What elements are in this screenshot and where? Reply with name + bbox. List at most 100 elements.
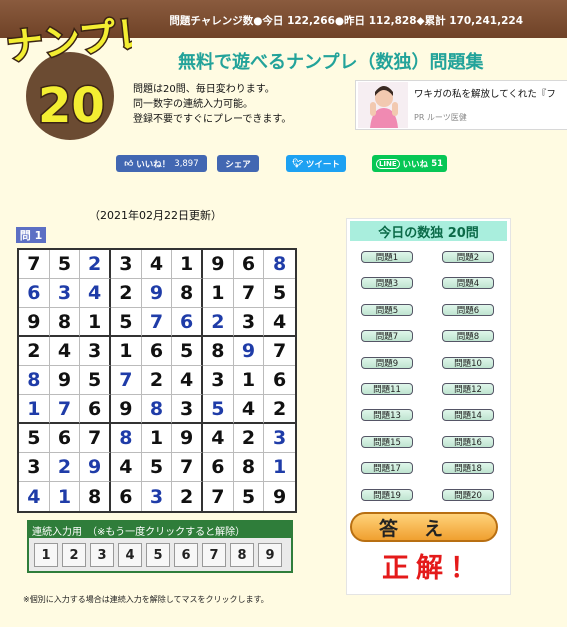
sudoku-cell[interactable]: 4 xyxy=(202,424,234,453)
sudoku-cell[interactable]: 3 xyxy=(233,308,265,337)
problem-button-10[interactable]: 問題10 xyxy=(442,356,494,369)
problem-button-14[interactable]: 問題14 xyxy=(442,409,494,422)
sudoku-cell[interactable]: 8 xyxy=(19,366,50,395)
ad-headline[interactable]: ワキガの私を解放してくれた『フ xyxy=(414,86,556,100)
sudoku-cell[interactable]: 3 xyxy=(172,395,203,424)
sudoku-cell[interactable]: 6 xyxy=(233,250,265,279)
sudoku-cell[interactable]: 8 xyxy=(110,424,142,453)
problem-button-5[interactable]: 問題5 xyxy=(361,303,413,316)
problem-button-20[interactable]: 問題20 xyxy=(442,488,494,501)
sudoku-cell[interactable]: 2 xyxy=(141,366,173,395)
sudoku-cell[interactable]: 8 xyxy=(264,250,295,279)
site-logo[interactable]: ナンプレ 20 xyxy=(3,9,156,145)
sudoku-cell[interactable]: 9 xyxy=(49,366,81,395)
sudoku-cell[interactable]: 7 xyxy=(233,279,265,308)
sudoku-cell[interactable]: 7 xyxy=(19,250,50,279)
sudoku-cell[interactable]: 1 xyxy=(233,366,265,395)
sudoku-cell[interactable]: 6 xyxy=(111,482,142,511)
sudoku-cell[interactable]: 1 xyxy=(264,453,295,482)
sudoku-cell[interactable]: 2 xyxy=(233,424,265,453)
number-key-1[interactable]: 1 xyxy=(34,543,58,567)
sudoku-cell[interactable]: 9 xyxy=(110,395,142,424)
sudoku-cell[interactable]: 4 xyxy=(233,395,265,424)
facebook-share-button[interactable]: シェア xyxy=(217,155,259,172)
problem-button-3[interactable]: 問題3 xyxy=(361,277,413,290)
number-key-7[interactable]: 7 xyxy=(202,543,226,567)
sudoku-cell[interactable]: 9 xyxy=(141,279,173,308)
sudoku-cell[interactable]: 8 xyxy=(49,308,81,337)
number-key-4[interactable]: 4 xyxy=(118,543,142,567)
sudoku-cell[interactable]: 9 xyxy=(264,482,295,511)
sudoku-cell[interactable]: 3 xyxy=(19,453,50,482)
problem-button-12[interactable]: 問題12 xyxy=(442,383,494,395)
problem-button-2[interactable]: 問題2 xyxy=(442,251,494,263)
problem-button-9[interactable]: 問題9 xyxy=(361,356,413,369)
number-key-6[interactable]: 6 xyxy=(174,543,198,567)
sudoku-cell[interactable]: 1 xyxy=(202,279,234,308)
sudoku-cell[interactable]: 6 xyxy=(202,453,234,482)
sudoku-cell[interactable]: 7 xyxy=(110,366,142,395)
sudoku-cell[interactable]: 5 xyxy=(110,308,142,337)
sudoku-cell[interactable]: 2 xyxy=(80,250,111,279)
sudoku-cell[interactable]: 5 xyxy=(141,453,173,482)
problem-button-1[interactable]: 問題1 xyxy=(361,251,413,263)
sudoku-cell[interactable]: 9 xyxy=(233,337,265,366)
problem-button-13[interactable]: 問題13 xyxy=(361,409,413,422)
sudoku-cell[interactable]: 5 xyxy=(49,250,81,279)
sudoku-cell[interactable]: 5 xyxy=(19,424,50,453)
sudoku-cell[interactable]: 6 xyxy=(19,279,50,308)
ad-banner[interactable]: ワキガの私を解放してくれた『フ PR ルーツ医健 xyxy=(355,80,567,130)
sudoku-cell[interactable]: 9 xyxy=(80,453,111,482)
problem-button-15[interactable]: 問題15 xyxy=(361,435,413,448)
sudoku-cell[interactable]: 1 xyxy=(80,308,111,337)
sudoku-cell[interactable]: 4 xyxy=(19,482,50,511)
problem-button-6[interactable]: 問題6 xyxy=(442,303,494,316)
sudoku-cell[interactable]: 6 xyxy=(80,395,111,424)
sudoku-cell[interactable]: 1 xyxy=(141,424,173,453)
problem-button-19[interactable]: 問題19 xyxy=(361,488,413,501)
answer-button[interactable]: 答え xyxy=(350,512,498,542)
sudoku-cell[interactable]: 3 xyxy=(142,482,173,511)
number-key-8[interactable]: 8 xyxy=(230,543,254,567)
sudoku-cell[interactable]: 9 xyxy=(202,250,234,279)
sudoku-cell[interactable]: 2 xyxy=(264,395,295,424)
number-key-2[interactable]: 2 xyxy=(62,543,86,567)
sudoku-cell[interactable]: 8 xyxy=(80,482,111,511)
sudoku-cell[interactable]: 3 xyxy=(80,337,111,366)
number-key-3[interactable]: 3 xyxy=(90,543,114,567)
sudoku-cell[interactable]: 2 xyxy=(202,308,234,337)
sudoku-cell[interactable]: 1 xyxy=(19,395,50,424)
sudoku-cell[interactable]: 4 xyxy=(80,279,111,308)
sudoku-cell[interactable]: 7 xyxy=(141,308,173,337)
sudoku-cell[interactable]: 8 xyxy=(172,279,203,308)
sudoku-cell[interactable]: 3 xyxy=(110,250,142,279)
sudoku-cell[interactable]: 4 xyxy=(172,366,203,395)
sudoku-cell[interactable]: 4 xyxy=(49,337,81,366)
sudoku-cell[interactable]: 1 xyxy=(110,337,142,366)
sudoku-cell[interactable]: 7 xyxy=(172,453,203,482)
sudoku-cell[interactable]: 2 xyxy=(110,279,142,308)
sudoku-cell[interactable]: 8 xyxy=(141,395,173,424)
sudoku-cell[interactable]: 5 xyxy=(172,337,203,366)
problem-button-11[interactable]: 問題11 xyxy=(361,383,413,395)
sudoku-cell[interactable]: 1 xyxy=(172,250,203,279)
number-key-5[interactable]: 5 xyxy=(146,543,170,567)
problem-button-8[interactable]: 問題8 xyxy=(442,330,494,343)
problem-button-16[interactable]: 問題16 xyxy=(442,435,494,448)
sudoku-cell[interactable]: 3 xyxy=(202,366,234,395)
sudoku-cell[interactable]: 9 xyxy=(19,308,50,337)
problem-button-4[interactable]: 問題4 xyxy=(442,277,494,290)
problem-button-17[interactable]: 問題17 xyxy=(361,462,413,475)
sudoku-cell[interactable]: 7 xyxy=(80,424,111,453)
sudoku-cell[interactable]: 8 xyxy=(233,453,265,482)
sudoku-cell[interactable]: 3 xyxy=(264,424,295,453)
continuous-input-header[interactable]: 連続入力用 （※もう一度クリックすると解除） xyxy=(29,522,291,538)
sudoku-cell[interactable]: 4 xyxy=(110,453,142,482)
sudoku-cell[interactable]: 3 xyxy=(49,279,81,308)
line-like-button[interactable]: LINE いいね 51 xyxy=(372,155,447,172)
sudoku-cell[interactable]: 2 xyxy=(19,337,50,366)
sudoku-cell[interactable]: 6 xyxy=(49,424,81,453)
sudoku-cell[interactable]: 6 xyxy=(172,308,203,337)
sudoku-cell[interactable]: 5 xyxy=(202,395,234,424)
sudoku-cell[interactable]: 8 xyxy=(202,337,234,366)
